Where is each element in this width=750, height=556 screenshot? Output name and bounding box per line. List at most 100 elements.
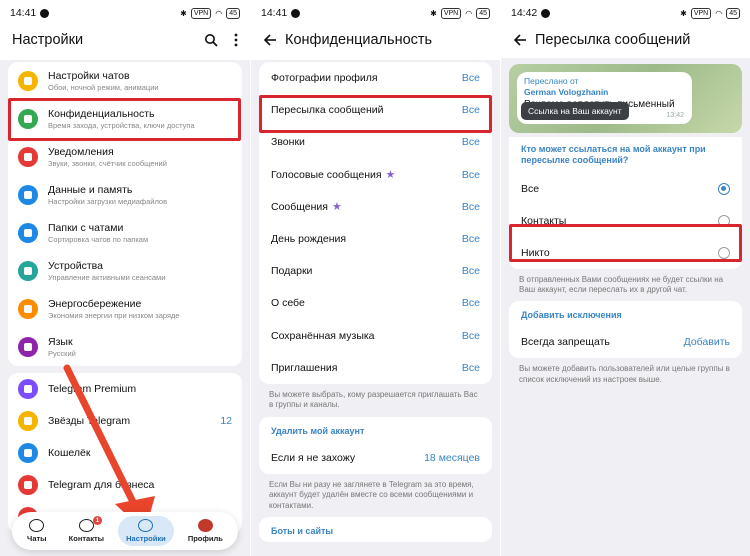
always-deny-row[interactable]: Всегда запрещать Добавить: [509, 326, 742, 358]
settings-item[interactable]: Данные и память Настройки загрузки медиаф…: [8, 176, 242, 214]
privacy-row[interactable]: Подарки Все: [259, 255, 492, 287]
search-icon[interactable]: [204, 33, 218, 47]
privacy-row[interactable]: Сообщения ★ Все: [259, 191, 492, 223]
battery-icon: 45: [726, 7, 740, 19]
settings-group-main: Настройки чатов Обои, ночной режим, анима…: [8, 62, 242, 366]
extras-item-text: Telegram Premium: [48, 383, 136, 395]
privacy-row-value: Все: [461, 361, 480, 374]
settings-group-extras: Telegram Premium Звёзды Telegram 12 Кошелёк…: [8, 373, 242, 533]
settings-item[interactable]: Конфиденциальность Время захода, устройст…: [8, 100, 242, 138]
settings-item-text: Язык Русский: [48, 336, 76, 359]
telegram-icon: [40, 8, 50, 18]
privacy-row-label: Звонки: [271, 136, 305, 149]
settings-item-icon: [18, 109, 38, 129]
extras-item-title: Звёзды Telegram: [48, 414, 131, 427]
privacy-row-value: Все: [461, 329, 480, 342]
privacy-row-value: Все: [461, 168, 480, 181]
delete-note: Если Вы ни разу не заглянете в Telegram …: [269, 479, 474, 510]
privacy-screen: 14:41 ✱ VPN ◠ 45 Конфиденциальность Фотогра…: [250, 0, 500, 556]
privacy-row-value: Все: [461, 265, 480, 278]
wifi-icon: ◠: [715, 8, 723, 18]
extras-item-title: Telegram для бизнеса: [48, 478, 155, 491]
forwarding-question: Кто может ссылаться на мой аккаунт при п…: [521, 144, 706, 166]
wifi-icon: ◠: [215, 8, 223, 18]
settings-item-subtitle: Русский: [48, 348, 76, 358]
exceptions-title: Добавить исключения: [521, 310, 622, 321]
settings-item[interactable]: Настройки чатов Обои, ночной режим, анима…: [8, 62, 242, 100]
nav-contacts[interactable]: 1 Контакты: [61, 516, 112, 546]
extras-item-title: Кошелёк: [48, 446, 91, 459]
privacy-row[interactable]: Фотографии профиля Все: [259, 62, 492, 94]
nav-settings[interactable]: Настройки: [118, 516, 174, 546]
privacy-row-label-wrap: День рождения: [271, 233, 462, 245]
extras-item[interactable]: Кошелёк: [8, 437, 242, 469]
settings-item[interactable]: Устройства Управление активными сеансами: [8, 252, 242, 290]
forwarding-option[interactable]: Никто: [509, 237, 742, 269]
settings-item-subtitle: Обои, ночной режим, анимации: [48, 82, 159, 92]
settings-item-icon: [18, 71, 38, 91]
settings-item-text: Данные и память Настройки загрузки медиаф…: [48, 184, 167, 207]
wifi-icon: ◠: [465, 8, 473, 18]
settings-item-subtitle: Звуки, звонки, счётчик сообщений: [48, 158, 167, 168]
vpn-icon: VPN: [190, 7, 212, 19]
bluetooth-icon: ✱: [180, 8, 187, 18]
option-label: Контакты: [521, 214, 567, 227]
settings-item-icon: [18, 261, 38, 281]
privacy-row[interactable]: О себе Все: [259, 287, 492, 319]
extras-item[interactable]: Звёзды Telegram 12: [8, 405, 242, 437]
contacts-icon: [78, 519, 94, 532]
privacy-row[interactable]: Приглашения Все: [259, 352, 492, 384]
radio-button[interactable]: [718, 246, 730, 259]
option-label: Никто: [521, 246, 550, 259]
forwarding-option[interactable]: Контакты: [509, 205, 742, 237]
settings-item[interactable]: Папки с чатами Сортировка чатов по папкам: [8, 214, 242, 252]
page-title: Пересылка сообщений: [535, 32, 691, 48]
settings-item-icon: [18, 299, 38, 319]
page-title: Конфиденциальность: [285, 32, 433, 48]
back-arrow-icon[interactable]: [263, 33, 285, 47]
settings-item-icon: [18, 147, 38, 167]
delete-section-title: Удалить мой аккаунт: [271, 425, 365, 436]
status-bar: 14:41 ✱ VPN ◠ 45: [0, 0, 250, 26]
privacy-row[interactable]: Голосовые сообщения ★ Все: [259, 159, 492, 191]
forwarded-author: German Vologzhanin: [524, 87, 609, 98]
privacy-row-label: О себе: [271, 297, 305, 310]
add-exception-button[interactable]: Добавить: [684, 336, 730, 348]
settings-item[interactable]: Уведомления Звуки, звонки, счётчик сообще…: [8, 138, 242, 176]
settings-item-title: Энергосбережение: [48, 297, 142, 310]
settings-item[interactable]: Язык Русский: [8, 328, 242, 366]
delete-inactive-row[interactable]: Если я не захожу 18 месяцев: [259, 442, 492, 474]
more-vert-icon[interactable]: [234, 33, 238, 47]
privacy-row-label-wrap: Сообщения ★: [271, 200, 462, 214]
settings-item-text: Устройства Управление активными сеансами: [48, 260, 165, 283]
privacy-row-value: Все: [461, 200, 480, 213]
privacy-row[interactable]: Пересылка сообщений Все: [259, 94, 492, 126]
radio-button[interactable]: [718, 214, 730, 227]
privacy-row[interactable]: Звонки Все: [259, 126, 492, 158]
telegram-icon: [541, 8, 551, 18]
privacy-row[interactable]: День рождения Все: [259, 223, 492, 255]
settings-item[interactable]: Энергосбережение Экономия энергии при низ…: [8, 290, 242, 328]
delete-account-card: Удалить мой аккаунт Если я не захожу 18 м…: [259, 416, 492, 474]
status-time: 14:42: [511, 7, 538, 19]
options-note: В отправленных Вами сообщениях не будет …: [519, 274, 724, 294]
settings-item-subtitle: Сортировка чатов по папкам: [48, 234, 149, 244]
vpn-icon: VPN: [440, 7, 462, 19]
forwarding-option[interactable]: Все: [509, 173, 742, 205]
back-arrow-icon[interactable]: [513, 33, 535, 47]
privacy-row[interactable]: Сохранённая музыка Все: [259, 320, 492, 352]
nav-chats[interactable]: Чаты: [19, 516, 55, 546]
settings-item-subtitle: Управление активными сеансами: [48, 272, 166, 282]
nav-profile[interactable]: Профиль: [180, 516, 231, 546]
radio-button[interactable]: [718, 182, 730, 195]
extras-item[interactable]: Telegram для бизнеса: [8, 469, 242, 501]
privacy-row-label-wrap: О себе: [271, 297, 462, 309]
settings-item-text: Энергосбережение Экономия энергии при низ…: [48, 298, 180, 321]
app-bar: Настройки: [0, 26, 250, 54]
settings-item-icon: [18, 337, 38, 357]
option-label: Все: [521, 182, 540, 195]
privacy-row-label-wrap: Сохранённая музыка: [271, 330, 462, 342]
extras-item[interactable]: Telegram Premium: [8, 373, 242, 405]
extras-item-title: Telegram Premium: [48, 382, 137, 395]
extras-item-icon: [18, 475, 38, 495]
